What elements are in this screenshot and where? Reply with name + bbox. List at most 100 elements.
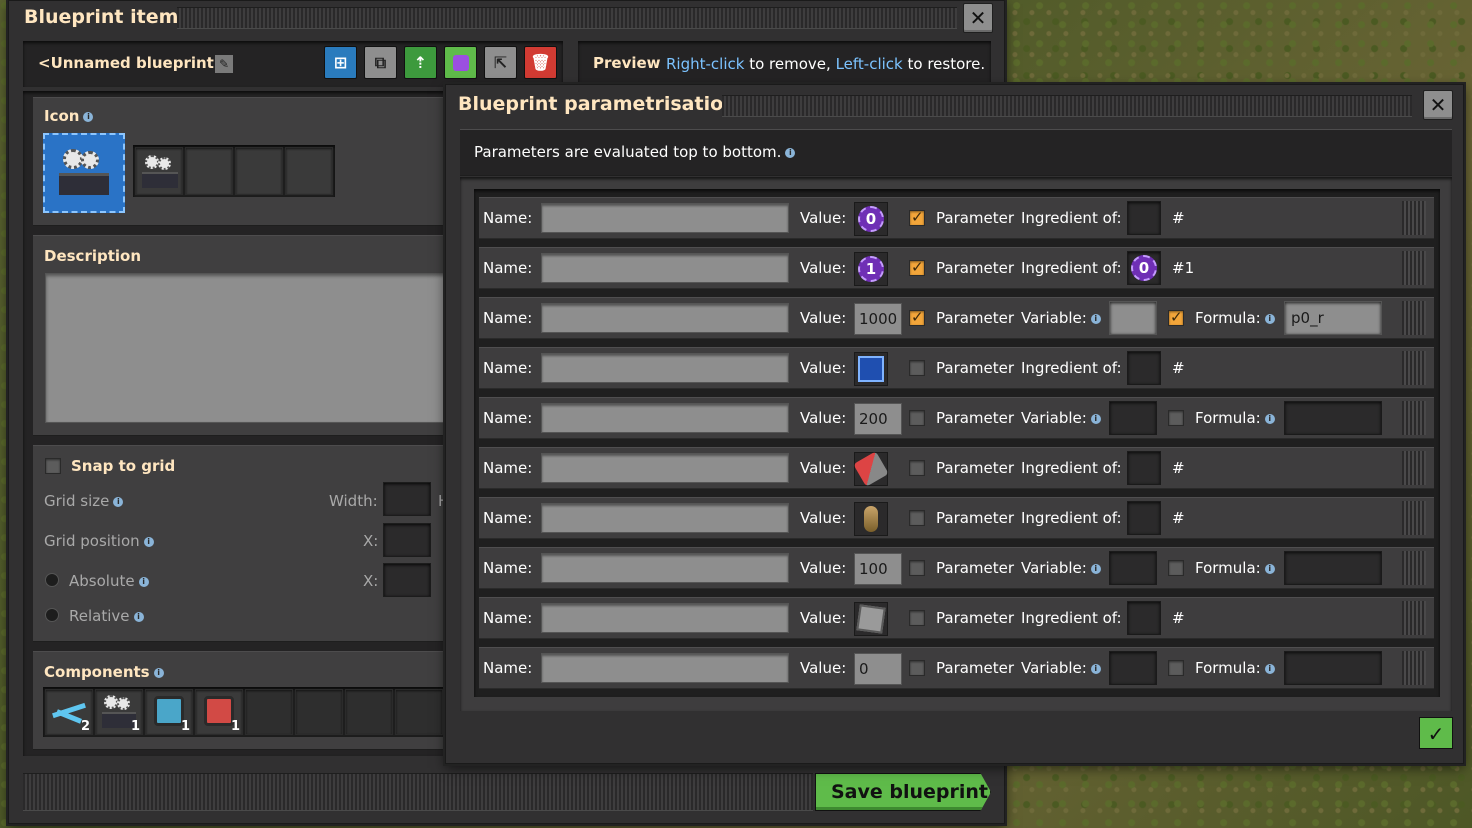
variable-input[interactable] (1109, 401, 1157, 435)
variable-input[interactable] (1109, 551, 1157, 585)
row-drag-handle[interactable] (1402, 651, 1426, 685)
export-area-button[interactable]: ⇡ (404, 46, 437, 79)
copy-button[interactable]: ⧉ (364, 46, 397, 79)
row-drag-handle[interactable] (1402, 451, 1426, 485)
info-icon: i (1264, 313, 1275, 324)
description-textarea[interactable] (45, 273, 453, 423)
icon-slot-1[interactable] (135, 147, 183, 195)
value-signal-slot[interactable]: 0 (854, 202, 888, 236)
name-input[interactable] (541, 253, 789, 283)
ingredient-slot[interactable] (1127, 351, 1161, 385)
formula-input[interactable] (1284, 651, 1382, 685)
info-icon: i (113, 496, 124, 507)
formula-checkbox[interactable] (1168, 410, 1184, 426)
row-drag-handle[interactable] (1402, 201, 1426, 235)
blueprint-close-button[interactable]: ✕ (963, 3, 993, 33)
row-drag-handle[interactable] (1402, 301, 1426, 335)
formula-checkbox[interactable] (1168, 560, 1184, 576)
name-input[interactable] (541, 403, 789, 433)
relative-radio[interactable] (45, 608, 59, 622)
name-input[interactable] (541, 203, 789, 233)
icon-slot-3[interactable] (235, 147, 283, 195)
param-close-button[interactable]: ✕ (1423, 90, 1453, 120)
grid-x-input[interactable] (383, 523, 431, 557)
variable-input[interactable] (1109, 301, 1157, 335)
delete-button[interactable]: 🗑 (524, 46, 557, 79)
value-item-slot[interactable] (854, 502, 888, 536)
parameter-checkbox[interactable] (909, 560, 925, 576)
absolute-radio[interactable] (45, 573, 59, 587)
ingredient-index: # (1172, 609, 1185, 627)
parameter-checkbox[interactable] (909, 258, 925, 276)
name-input[interactable] (541, 453, 789, 483)
ingredient-slot[interactable] (1127, 501, 1161, 535)
row-drag-handle[interactable] (1402, 251, 1426, 285)
value-number-input[interactable]: 0 (854, 653, 902, 685)
component-slot[interactable]: 1 (95, 689, 143, 735)
formula-input[interactable] (1284, 551, 1382, 585)
formula-input[interactable]: p0_r (1284, 301, 1382, 335)
main-icon-slot[interactable] (43, 133, 125, 213)
row-drag-handle[interactable] (1402, 351, 1426, 385)
parametrise-button[interactable] (444, 46, 477, 79)
value-number-input[interactable]: 200 (854, 403, 902, 435)
component-slot (395, 689, 443, 735)
parameter-checkbox[interactable] (909, 360, 925, 376)
name-input[interactable] (541, 303, 789, 333)
ingredient-slot[interactable] (1127, 451, 1161, 485)
name-input[interactable] (541, 503, 789, 533)
value-item-slot[interactable] (854, 352, 888, 386)
value-item-slot[interactable] (854, 602, 888, 636)
window-drag-handle[interactable] (177, 7, 957, 29)
variable-input[interactable] (1109, 651, 1157, 685)
value-label: Value: (800, 559, 847, 577)
component-slot[interactable]: 2 (45, 689, 93, 735)
row-drag-handle[interactable] (1402, 551, 1426, 585)
name-input[interactable] (541, 653, 789, 683)
value-label: Value: (800, 459, 847, 477)
value-signal-slot[interactable]: 1 (854, 252, 888, 286)
parameter-checkbox[interactable] (909, 410, 925, 426)
ingredient-slot[interactable] (1127, 601, 1161, 635)
parameter-checkbox[interactable] (909, 208, 925, 226)
formula-input[interactable] (1284, 401, 1382, 435)
row-drag-handle[interactable] (1402, 501, 1426, 535)
component-count: 1 (180, 719, 190, 734)
select-area-button[interactable]: ⊞ (324, 46, 357, 79)
snap-to-grid-checkbox[interactable] (45, 458, 61, 474)
param-window-drag-handle[interactable] (722, 95, 1412, 117)
signal-icon: 1 (858, 256, 884, 282)
rename-pencil-icon[interactable]: ✎ (215, 55, 233, 73)
formula-checkbox[interactable] (1168, 308, 1184, 326)
icon-slot-4[interactable] (285, 147, 333, 195)
name-input[interactable] (541, 603, 789, 633)
bottom-drag-handle[interactable] (23, 773, 813, 811)
component-slot[interactable]: 1 (195, 689, 243, 735)
row-drag-handle[interactable] (1402, 601, 1426, 635)
formula-checkbox[interactable] (1168, 660, 1184, 676)
ingredient-slot[interactable] (1127, 201, 1161, 235)
parameter-checkbox[interactable] (909, 610, 925, 626)
parameter-checkbox[interactable] (909, 660, 925, 676)
save-blueprint-button[interactable]: Save blueprint (815, 773, 991, 811)
blueprint-name: <Unnamed blueprint> (38, 54, 227, 72)
value-item-slot[interactable] (853, 451, 889, 487)
name-input[interactable] (541, 353, 789, 383)
value-number-input[interactable]: 1000 (854, 303, 902, 335)
parameter-checkbox[interactable] (909, 308, 925, 326)
parameter-checkbox[interactable] (909, 460, 925, 476)
component-slot[interactable]: 1 (145, 689, 193, 735)
icon-slot-2[interactable] (185, 147, 233, 195)
confirm-button[interactable]: ✓ (1419, 717, 1453, 749)
name-input[interactable] (541, 553, 789, 583)
value-number-input[interactable]: 100 (854, 553, 902, 585)
parameter-checkbox[interactable] (909, 510, 925, 526)
left-click-text: Left-click (835, 55, 903, 73)
grid-width-input[interactable] (383, 482, 431, 516)
row-drag-handle[interactable] (1402, 401, 1426, 435)
absolute-x-input[interactable] (383, 563, 431, 597)
components-panel: Components i 2 1 1 1 (33, 651, 453, 749)
ingredient-slot[interactable]: 0 (1127, 251, 1161, 285)
name-label: Name: (483, 309, 533, 327)
export-string-button[interactable]: ⇱ (484, 46, 517, 79)
